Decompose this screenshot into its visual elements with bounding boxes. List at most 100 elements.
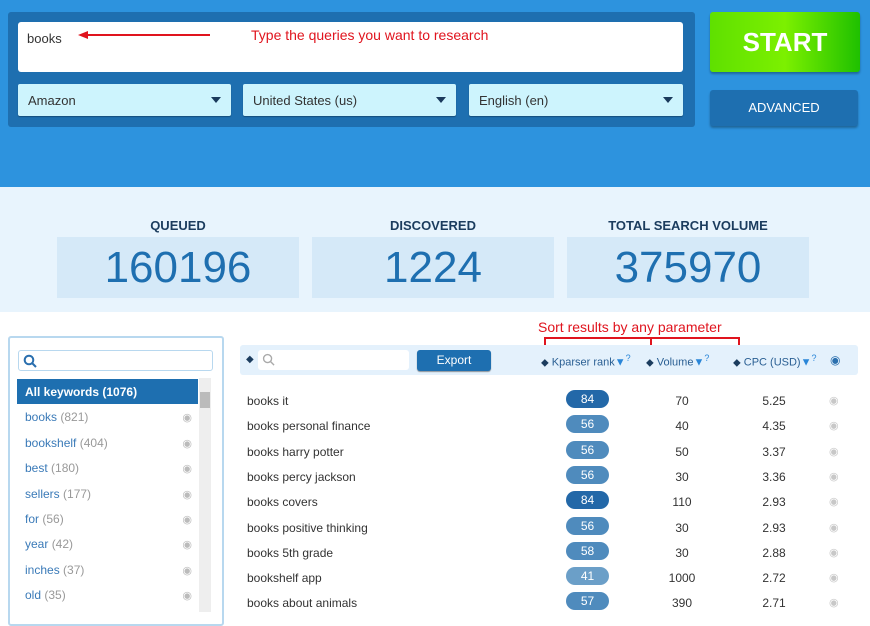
eye-icon[interactable]: ◉ [182,589,192,602]
start-button[interactable]: START [710,12,860,72]
eye-icon[interactable]: ◉ [829,571,839,584]
rank-badge: 56 [566,465,609,484]
rank-badge: 84 [566,491,609,510]
cpc-cell: 2.88 [762,545,786,560]
stats-band: QUEUED 160196 DISCOVERED 1224 TOTAL SEARCH… [0,187,870,312]
cpc-cell: 5.25 [762,394,786,408]
eye-icon[interactable]: ◉ [182,488,192,501]
country-select[interactable]: United States (us) [243,84,456,116]
engine-value: Amazon [28,93,76,108]
sidebar-item[interactable]: for (56) ◉ [17,506,198,531]
keyword-cell: books personal finance [247,419,371,434]
sidebar-search-input[interactable] [18,350,213,371]
sidebar-scrollbar[interactable] [199,378,211,612]
stat-value: 375970 [567,237,809,298]
column-volume[interactable]: ◆ Volume▼? [646,353,709,369]
volume-cell: 40 [675,419,689,434]
advanced-button[interactable]: ADVANCED [710,90,858,126]
eye-icon[interactable]: ◉ [182,564,192,577]
sort-icon[interactable]: ◆ [733,358,741,369]
cpc-cell: 2.71 [762,596,786,611]
keyword-label: All keywords [25,385,100,399]
table-row[interactable]: books about animals 57 390 2.71 ◉ [240,592,858,621]
export-button[interactable]: Export [417,350,491,371]
eye-icon[interactable]: ◉ [829,470,839,483]
keyword-count: (42) [51,537,74,552]
sidebar-item[interactable]: year (42) ◉ [17,531,198,556]
help-icon[interactable]: ? [704,353,709,363]
sort-icon[interactable]: ◆ [646,358,654,369]
eye-icon[interactable]: ◉ [829,596,839,609]
sidebar-item[interactable]: best (180) ◉ [17,455,198,480]
keyword-cell: bookshelf app [247,571,322,586]
eye-icon[interactable]: ◉ [829,445,839,458]
eye-icon[interactable]: ◉ [182,538,192,551]
table-row[interactable]: books covers 84 110 2.93 ◉ [240,491,858,520]
sort-icon[interactable]: ◆ [246,354,254,365]
filter-icon[interactable]: ▼ [693,357,704,369]
engine-select[interactable]: Amazon [18,84,231,116]
rank-badge: 56 [566,440,609,459]
keyword-count: (821) [60,410,89,425]
cpc-cell: 4.35 [762,419,786,434]
eye-icon[interactable]: ◉ [829,546,839,559]
keyword-count: (177) [63,486,92,501]
sidebar-item[interactable]: bookshelf (404) ◉ [17,430,198,455]
bracket-annotation-icon [544,337,740,345]
volume-cell: 30 [675,545,689,560]
table-row[interactable]: books it 84 70 5.25 ◉ [240,390,858,419]
rank-badge: 58 [566,541,609,560]
keyword-cell: books harry potter [247,444,344,459]
table-row[interactable]: books percy jackson 56 30 3.36 ◉ [240,465,858,495]
keyword-label: old [25,588,42,603]
caret-down-icon [211,97,221,103]
eye-icon[interactable]: ◉ [182,411,192,424]
table-row[interactable]: books personal finance 56 40 4.35 ◉ [240,415,858,444]
eye-icon[interactable]: ◉ [182,513,192,526]
table-row[interactable]: books 5th grade 58 30 2.88 ◉ [240,541,858,571]
keyword-cell: books percy jackson [247,469,356,484]
column-cpc[interactable]: ◆ CPC (USD)▼? [733,353,817,369]
sort-icon[interactable]: ◆ [541,358,549,369]
rank-badge: 84 [566,390,609,408]
table-row[interactable]: bookshelf app 41 1000 2.72 ◉ [240,567,858,596]
stat-label: DISCOVERED [390,218,476,233]
scrollbar-thumb[interactable] [200,392,210,408]
eye-icon[interactable]: ◉ [182,462,192,475]
keyword-count: (35) [44,588,66,603]
column-label: CPC (USD) [743,356,801,369]
sidebar-item-all-keywords[interactable]: All keywords (1076) [17,379,198,404]
table-row[interactable]: books positive thinking 56 30 2.93 ◉ [240,516,858,546]
eye-icon[interactable]: ◉ [830,353,840,367]
table-row[interactable]: books harry potter 56 50 3.37 ◉ [240,440,858,470]
help-icon[interactable]: ? [626,353,631,363]
eye-icon[interactable]: ◉ [829,521,839,534]
keyword-count: (56) [42,512,64,526]
sidebar-item[interactable]: inches (37) ◉ [17,557,198,582]
help-icon[interactable]: ? [812,353,817,363]
table-search-input[interactable] [258,350,409,370]
cpc-cell: 3.37 [762,444,786,459]
eye-icon[interactable]: ◉ [829,419,839,432]
stat-value: 160196 [57,237,299,298]
language-select[interactable]: English (en) [469,84,683,116]
filter-icon[interactable]: ▼ [615,357,626,369]
column-label: Volume [656,356,694,369]
filter-icon[interactable]: ▼ [801,357,812,369]
column-kparser-rank[interactable]: ◆ Kparser rank▼? [541,353,631,369]
keyword-count: (37) [63,562,85,577]
sidebar-item[interactable]: books (821) ◉ [17,404,198,429]
caret-down-icon [663,97,673,103]
sidebar-item[interactable]: old (35) ◉ [17,582,198,607]
query-hint-annotation: Type the queries you want to research [251,27,489,43]
search-icon [262,353,275,366]
eye-icon[interactable]: ◉ [829,495,839,508]
volume-cell: 1000 [668,571,696,586]
sidebar-item[interactable]: sellers (177) ◉ [17,481,198,506]
volume-cell: 110 [672,495,692,510]
eye-icon[interactable]: ◉ [182,437,192,450]
stat-value: 1224 [312,237,554,298]
eye-icon[interactable]: ◉ [829,394,839,407]
stat-label: TOTAL SEARCH VOLUME [608,218,768,233]
keyword-label: books [25,410,58,425]
